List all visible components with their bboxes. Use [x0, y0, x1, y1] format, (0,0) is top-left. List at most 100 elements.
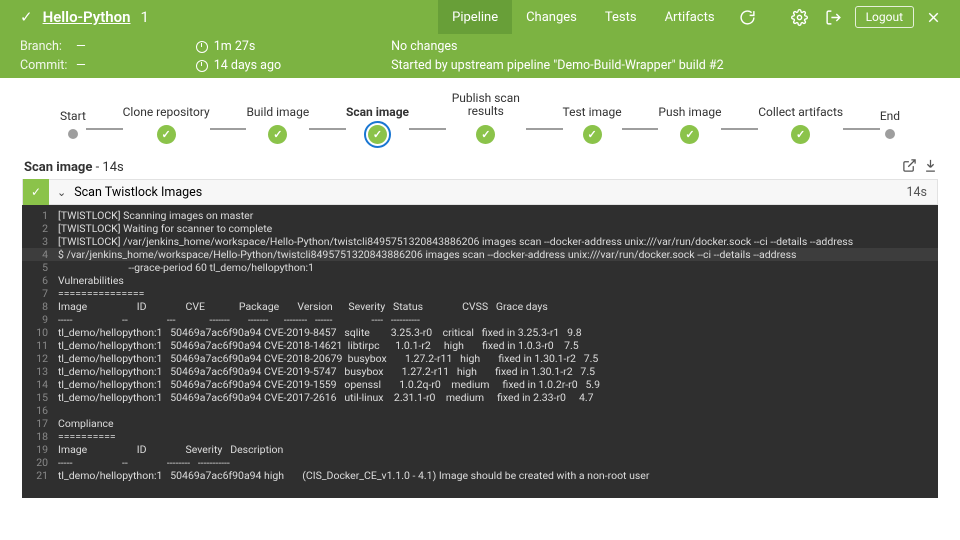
step-check-icon: ✓	[23, 179, 49, 205]
stage-label: Collect artifacts	[758, 91, 843, 119]
stage-dot-icon	[68, 129, 78, 139]
console-log[interactable]: 1[TWISTLOCK] Scanning images on master2[…	[22, 205, 938, 498]
line-text: $ /var/jenkins_home/workspace/Hello-Pyth…	[58, 248, 799, 261]
console-line: 10tl_demo/hellopython:1 50469a7ac6f90a94…	[22, 326, 938, 339]
line-number: 18	[22, 430, 58, 443]
clock-icon	[196, 41, 208, 53]
commit-label: Commit:	[20, 58, 70, 73]
line-number: 2	[22, 222, 58, 235]
line-number: 7	[22, 287, 58, 300]
run-number: 1	[141, 8, 149, 26]
console-line: 15tl_demo/hellopython:1 50469a7ac6f90a94…	[22, 391, 938, 404]
stage-connector	[210, 128, 247, 130]
pipeline-title[interactable]: Hello-Python	[43, 8, 131, 26]
stage-collect-artifacts[interactable]: Collect artifacts ✓	[758, 91, 843, 144]
stage-scan-image[interactable]: Scan image ✓	[346, 91, 409, 144]
line-number: 11	[22, 339, 58, 352]
tab-bar: Pipeline Changes Tests Artifacts	[438, 0, 728, 34]
calendar-icon	[196, 60, 208, 72]
stage-check-icon: ✓	[791, 125, 810, 144]
line-text: tl_demo/hellopython:1 50469a7ac6f90a94 C…	[58, 352, 614, 365]
stage-connector	[622, 128, 659, 130]
popout-icon[interactable]	[902, 158, 917, 177]
line-number: 4	[22, 248, 58, 261]
stage-label: Test image	[563, 91, 622, 119]
console-line: 4$ /var/jenkins_home/workspace/Hello-Pyt…	[22, 248, 938, 261]
line-text: Image ID CVE Package Version Severity St…	[58, 300, 548, 313]
tab-tests[interactable]: Tests	[591, 0, 651, 34]
stage-label: Start	[60, 95, 86, 123]
line-text: ===============	[58, 287, 144, 300]
line-text: [TWISTLOCK] Scanning images on master	[58, 209, 253, 222]
line-number: 10	[22, 326, 58, 339]
line-number: 21	[22, 469, 58, 482]
cause-value: Started by upstream pipeline "Demo-Build…	[391, 58, 724, 73]
gear-icon[interactable]	[785, 2, 815, 32]
stage-label: Push image	[658, 91, 721, 119]
step-duration: 14s	[906, 185, 927, 200]
chevron-down-icon: ⌄	[57, 186, 66, 199]
stage-check-icon: ✓	[680, 125, 699, 144]
stage-label: Publish scan results	[446, 91, 526, 119]
stage-end[interactable]: End	[880, 95, 900, 139]
exit-icon[interactable]	[819, 2, 849, 32]
console-line: 17Compliance	[22, 417, 938, 430]
line-number: 9	[22, 313, 58, 326]
stage-connector	[721, 128, 758, 130]
line-text: Image ID Severity Description	[58, 443, 283, 456]
line-number: 15	[22, 391, 58, 404]
line-text: Compliance	[58, 417, 114, 430]
line-text: ----- -- --- ------- ------- -------- --…	[58, 313, 420, 326]
line-number: 6	[22, 274, 58, 287]
line-number: 14	[22, 378, 58, 391]
section-header: Scan image - 14s	[0, 156, 124, 179]
line-text: tl_demo/hellopython:1 50469a7ac6f90a94 C…	[58, 378, 616, 391]
line-text: tl_demo/hellopython:1 50469a7ac6f90a94 C…	[58, 365, 611, 378]
stage-check-icon: ✓	[268, 125, 287, 144]
line-number: 20	[22, 456, 58, 469]
step-row[interactable]: ✓ ⌄ Scan Twistlock Images 14s	[22, 179, 938, 205]
download-icon[interactable]	[923, 158, 938, 177]
console-line: 3[TWISTLOCK] /var/jenkins_home/workspace…	[22, 235, 938, 248]
stage-build-image[interactable]: Build image✓	[246, 91, 309, 144]
branch-label: Branch:	[20, 39, 70, 54]
console-line: 13tl_demo/hellopython:1 50469a7ac6f90a94…	[22, 365, 938, 378]
stage-check-icon: ✓	[157, 125, 176, 144]
stage-publish-scan-results[interactable]: Publish scan results ✓	[446, 91, 526, 144]
tab-changes[interactable]: Changes	[512, 0, 591, 34]
close-icon[interactable]	[918, 2, 948, 32]
line-number: 1	[22, 209, 58, 222]
stage-label: End	[880, 95, 900, 123]
stage-clone-repository[interactable]: Clone repository ✓	[123, 91, 210, 144]
tab-artifacts[interactable]: Artifacts	[651, 0, 729, 34]
stage-push-image[interactable]: Push image ✓	[658, 91, 721, 144]
rerun-icon[interactable]	[733, 2, 763, 32]
duration-value: 1m 27s	[214, 39, 256, 54]
stage-label: Scan image	[346, 91, 409, 119]
console-line: 1[TWISTLOCK] Scanning images on master	[22, 209, 938, 222]
logout-button[interactable]: Logout	[855, 6, 914, 28]
stage-label: Clone repository	[123, 91, 210, 119]
stage-check-icon: ✓	[368, 125, 387, 144]
console-line: 7===============	[22, 287, 938, 300]
stage-check-icon: ✓	[583, 125, 602, 144]
console-line: 18==========	[22, 430, 938, 443]
console-line: 11tl_demo/hellopython:1 50469a7ac6f90a94…	[22, 339, 938, 352]
console-line: 16	[22, 404, 938, 417]
tab-pipeline[interactable]: Pipeline	[438, 0, 512, 34]
console-line: 6Vulnerabilities	[22, 274, 938, 287]
step-name: Scan Twistlock Images	[74, 185, 202, 200]
stage-start[interactable]: Start	[60, 95, 86, 139]
console-line: 14tl_demo/hellopython:1 50469a7ac6f90a94…	[22, 378, 938, 391]
line-number: 8	[22, 300, 58, 313]
status-check-icon: ✓	[20, 8, 33, 26]
line-text: ==========	[58, 430, 116, 443]
console-line: 20----- -- -------- -----------	[22, 456, 938, 469]
stage-test-image[interactable]: Test image ✓	[563, 91, 622, 144]
console-line: 2[TWISTLOCK] Waiting for scanner to comp…	[22, 222, 938, 235]
stage-check-icon: ✓	[476, 125, 495, 144]
console-line: 8Image ID CVE Package Version Severity S…	[22, 300, 938, 313]
console-line: 9----- -- --- ------- ------- -------- -…	[22, 313, 938, 326]
line-number: 3	[22, 235, 58, 248]
line-text: --grace-period 60 tl_demo/hellopython:1	[58, 261, 314, 274]
